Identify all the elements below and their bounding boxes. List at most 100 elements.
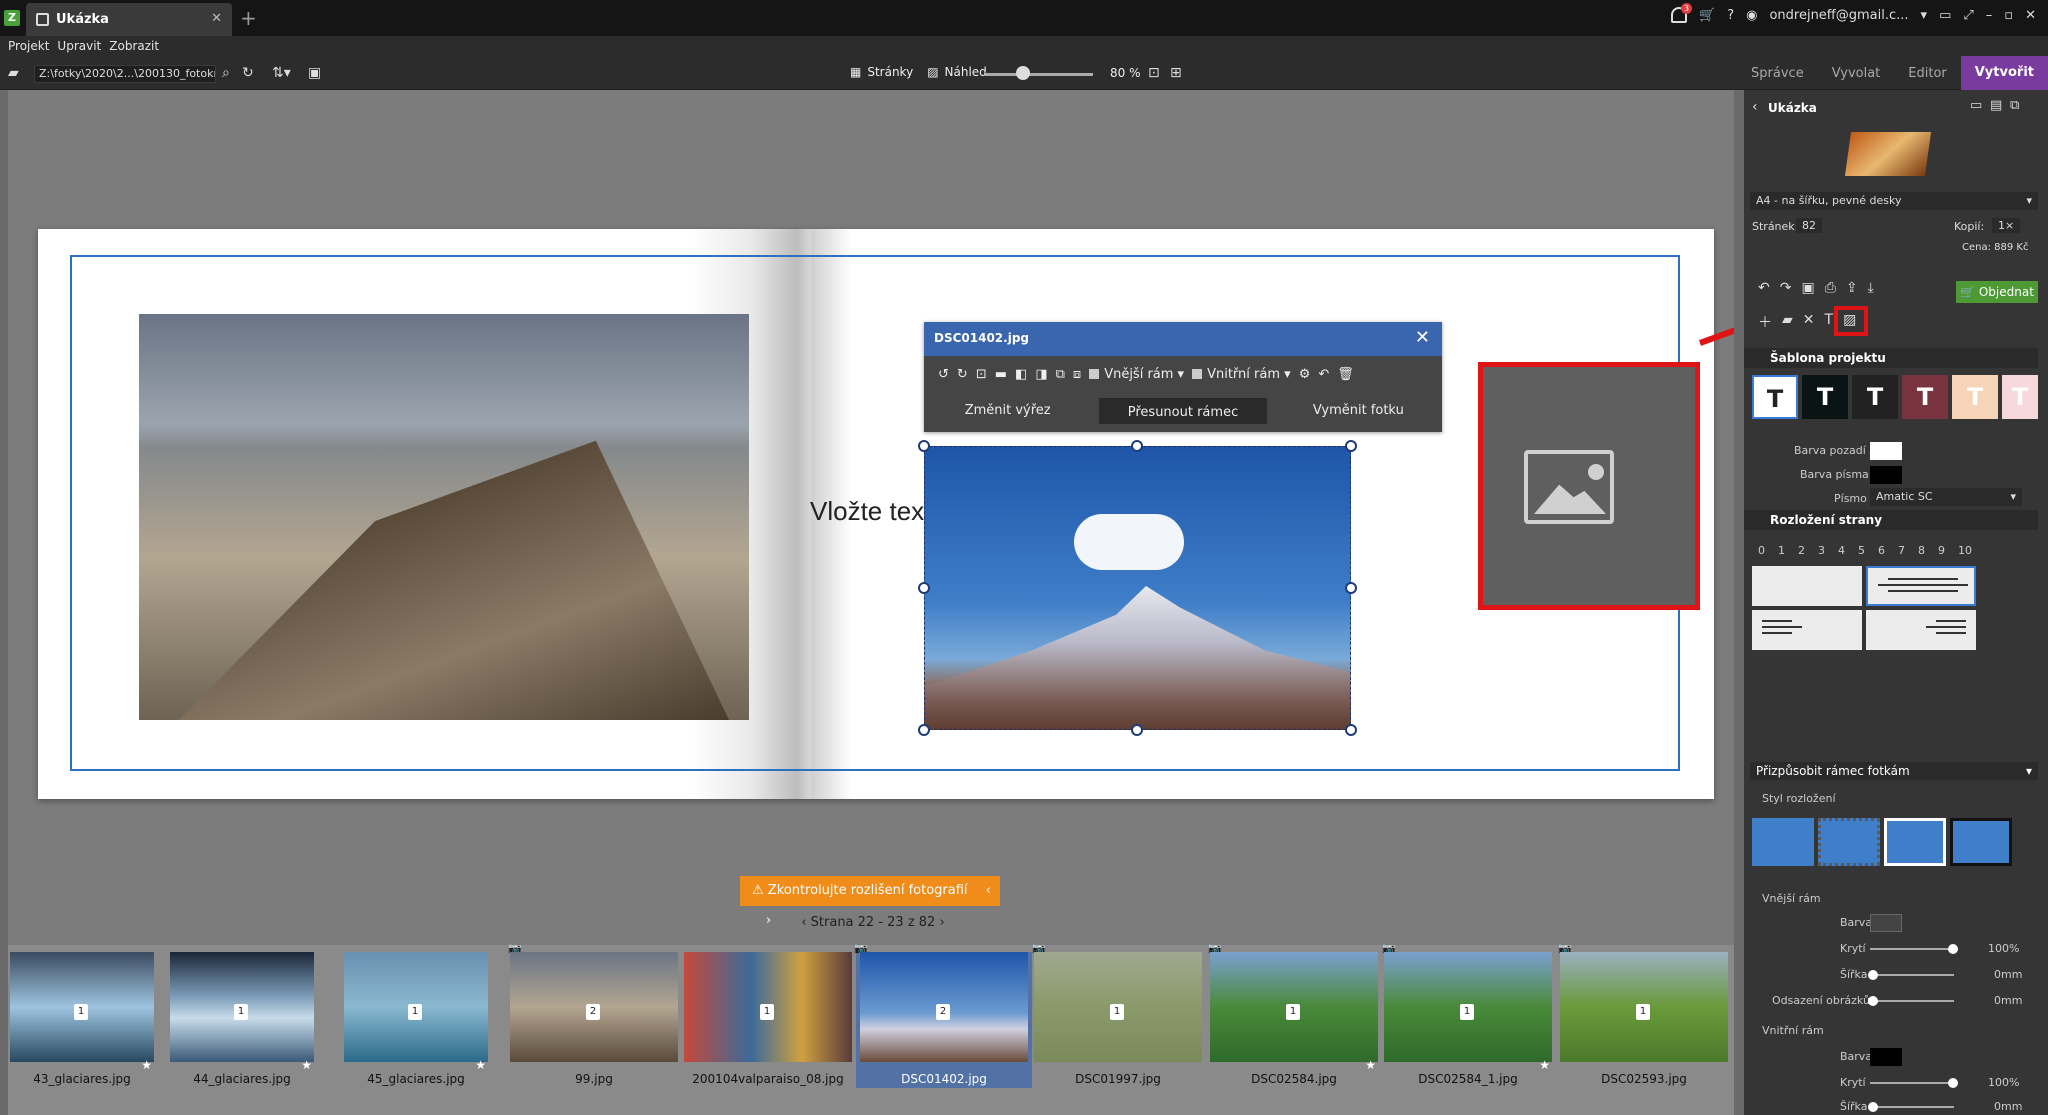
- delete-icon[interactable]: ✕: [1803, 312, 1815, 332]
- inner-frame-color[interactable]: [1870, 1048, 1902, 1066]
- thumbnail[interactable]: 📷 1 ★ DSC02584.jpg: [1208, 942, 1378, 1088]
- inner-opacity-slider[interactable]: [1870, 1082, 1954, 1084]
- pages-view-button[interactable]: Stránky: [867, 65, 913, 79]
- bg-color-picker[interactable]: [1870, 442, 1902, 460]
- copies-stepper[interactable]: 1×: [1992, 218, 2021, 233]
- export-icon[interactable]: ⤓: [1868, 280, 1874, 296]
- change-crop-button[interactable]: Změnit výřez: [924, 396, 1091, 426]
- format-select[interactable]: A4 - na šířku, pevné desky ▾: [1750, 192, 2038, 210]
- thumbnail[interactable]: 📷 1 ★ DSC02584_1.jpg: [1382, 942, 1552, 1088]
- layout-option[interactable]: [1752, 610, 1862, 650]
- tab-ukazka[interactable]: Ukázka ✕: [26, 3, 232, 36]
- align-full-icon[interactable]: ▬: [995, 367, 1007, 382]
- new-tab-button[interactable]: +: [240, 6, 257, 30]
- redo-icon[interactable]: ↷: [1780, 280, 1792, 296]
- mode-vyvolat[interactable]: Vyvolat: [1818, 66, 1895, 81]
- mode-editor[interactable]: Editor: [1894, 66, 1960, 81]
- undo-icon[interactable]: ↶: [1758, 280, 1770, 296]
- layout-option[interactable]: [1866, 610, 1976, 650]
- rotate-left-icon[interactable]: ↺: [938, 367, 949, 382]
- resize-handle-tl[interactable]: [918, 440, 930, 452]
- resize-handle-t[interactable]: [1131, 440, 1143, 452]
- layout-section[interactable]: Rozložení strany: [1744, 510, 2038, 530]
- move-frame-button[interactable]: Přesunout rámec: [1099, 398, 1267, 424]
- layout-style-option[interactable]: [1884, 818, 1946, 866]
- inner-width-slider[interactable]: [1870, 1106, 1954, 1108]
- resize-handle-br[interactable]: [1345, 724, 1357, 736]
- next-warning-icon[interactable]: ›: [766, 913, 771, 928]
- add-icon[interactable]: ＋: [1758, 312, 1772, 332]
- path-field[interactable]: Z:\fotky\2020\2...\200130_fotokniha: [34, 65, 216, 83]
- rotate-right-icon[interactable]: ↻: [957, 367, 968, 382]
- thumbnail[interactable]: 1 200104valparaiso_08.jpg: [684, 952, 852, 1088]
- thumbnail[interactable]: 1 ★ 44_glaciares.jpg: [170, 952, 314, 1088]
- share-icon[interactable]: ⇪: [1846, 280, 1858, 296]
- thumbnail[interactable]: 1 ★ 45_glaciares.jpg: [344, 952, 488, 1088]
- mode-spravce[interactable]: Správce: [1737, 66, 1818, 81]
- resize-handle-r[interactable]: [1345, 582, 1357, 594]
- fit-icon[interactable]: ⊡: [1148, 65, 1160, 81]
- align-left-icon[interactable]: ◧: [1015, 367, 1027, 382]
- search-icon[interactable]: ⌕: [222, 65, 230, 81]
- help-icon[interactable]: ?: [1727, 8, 1734, 23]
- close-icon[interactable]: ✕: [1415, 327, 1430, 348]
- maximize-icon[interactable]: ▫: [2004, 8, 2013, 23]
- resize-handle-l[interactable]: [918, 582, 930, 594]
- font-color-picker[interactable]: [1870, 466, 1902, 484]
- outer-frame-color[interactable]: [1870, 914, 1902, 932]
- zoom-slider-knob[interactable]: [1016, 66, 1030, 80]
- fit-frame-icon[interactable]: ⊡: [976, 367, 987, 382]
- template-swatch-white[interactable]: T: [1752, 375, 1798, 419]
- template-swatch-burgundy[interactable]: T: [1902, 375, 1948, 419]
- account-dropdown-icon[interactable]: ▾: [1921, 8, 1928, 23]
- outer-opacity-slider[interactable]: [1870, 948, 1954, 950]
- selection-frame[interactable]: [924, 446, 1351, 730]
- layout-option-selected[interactable]: [1866, 566, 1976, 606]
- template-swatch-dark[interactable]: T: [1852, 375, 1898, 419]
- actual-size-icon[interactable]: ⊞: [1170, 65, 1182, 81]
- bring-front-icon[interactable]: ⧉: [1056, 367, 1065, 382]
- cart-icon[interactable]: 🛒: [1699, 8, 1715, 23]
- prev-page-icon[interactable]: ‹: [801, 915, 810, 930]
- settings-doc-icon[interactable]: ▤: [1990, 98, 2002, 113]
- thumbnail-selected[interactable]: 📷 2 DSC01402.jpg: [854, 942, 1032, 1088]
- back-icon[interactable]: ‹: [1752, 99, 1758, 115]
- monitor-icon[interactable]: ▭: [1939, 8, 1951, 23]
- outer-width-slider[interactable]: [1870, 974, 1954, 976]
- notification-bell-icon[interactable]: 3: [1671, 3, 1693, 23]
- text-placeholder[interactable]: Vložte text: [810, 496, 931, 527]
- grid-icon[interactable]: ▦: [850, 65, 861, 79]
- menu-zobrazit[interactable]: Zobrazit: [109, 39, 159, 53]
- template-section[interactable]: Šablona projektu: [1744, 348, 2038, 368]
- text-tool-icon[interactable]: T: [1825, 312, 1834, 332]
- close-tab-icon[interactable]: ✕: [211, 11, 222, 26]
- swap-photo-button[interactable]: Vyměnit fotku: [1275, 396, 1442, 426]
- folder-icon[interactable]: ▰: [8, 65, 19, 81]
- minimize-icon[interactable]: –: [1986, 8, 1993, 23]
- menu-projekt[interactable]: Projekt: [8, 39, 49, 53]
- order-button[interactable]: 🛒 Objednat: [1956, 281, 2038, 303]
- print-icon[interactable]: ⎙: [1825, 280, 1836, 296]
- user-icon[interactable]: ◉: [1746, 8, 1757, 23]
- layout-style-option[interactable]: [1752, 818, 1814, 866]
- layout-style-option[interactable]: [1818, 818, 1880, 866]
- copy-doc-icon[interactable]: ⧉: [2010, 98, 2019, 113]
- menu-upravit[interactable]: Upravit: [57, 39, 101, 53]
- fullscreen-icon[interactable]: ⤢: [1963, 8, 1973, 23]
- pages-stepper[interactable]: 82: [1796, 218, 1822, 233]
- preview-view-button[interactable]: Náhled: [945, 65, 987, 79]
- template-swatch-pink[interactable]: T: [2002, 375, 2038, 419]
- thumbnail[interactable]: 📷 2 99.jpg: [508, 942, 678, 1088]
- align-right-icon[interactable]: ◨: [1035, 367, 1047, 382]
- outer-frame-toggle[interactable]: Vnější rám ▾: [1089, 367, 1184, 382]
- layout-style-option[interactable]: [1950, 818, 2012, 866]
- resize-handle-bl[interactable]: [918, 724, 930, 736]
- send-back-icon[interactable]: ⧈: [1073, 367, 1081, 382]
- template-swatch-black[interactable]: T: [1802, 375, 1848, 419]
- close-window-icon[interactable]: ✕: [2025, 8, 2036, 23]
- folder-add-icon[interactable]: ▣: [308, 65, 321, 81]
- layout-option[interactable]: [1752, 566, 1862, 606]
- left-panel-collapse[interactable]: [0, 90, 8, 1115]
- page-icon[interactable]: ▭: [1970, 98, 1982, 113]
- next-page-icon[interactable]: ›: [939, 915, 944, 930]
